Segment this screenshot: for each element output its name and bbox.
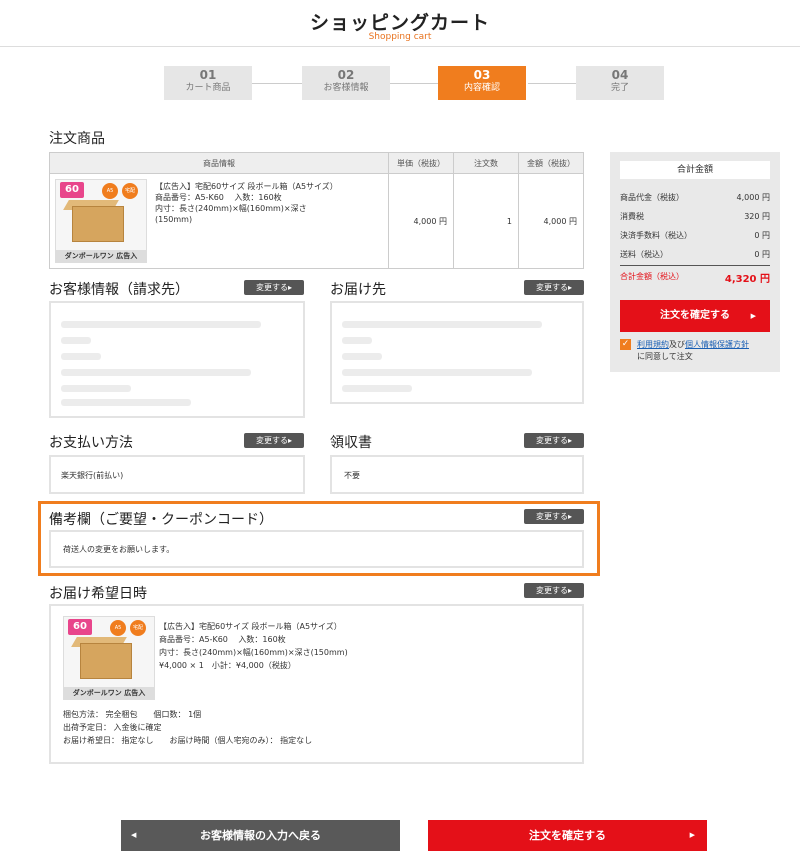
delivery-date-title: お届け希望日時 bbox=[49, 586, 147, 602]
step-connector bbox=[252, 83, 304, 84]
col-product-info: 商品情報 bbox=[49, 152, 389, 174]
col-qty: 注文数 bbox=[453, 152, 519, 174]
receipt-title: 領収書 bbox=[330, 435, 372, 451]
summary-divider bbox=[620, 265, 770, 266]
amount: 4,000 円 bbox=[518, 173, 584, 269]
unit-price: 4,000 円 bbox=[388, 173, 454, 269]
product-image: 60 A5 宅配 ダンボールワン 広告入 bbox=[63, 616, 155, 700]
brand-logo: ダンボールワン 広告入 bbox=[56, 250, 146, 262]
step-cart: 01 カート商品 bbox=[164, 66, 252, 100]
delivery-date-box: 60 A5 宅配 ダンボールワン 広告入 【広告入】宅配60サイズ 段ボール箱（… bbox=[49, 604, 584, 764]
delivery-title: お届け先 bbox=[330, 282, 386, 298]
order-title: 注文商品 bbox=[49, 131, 105, 147]
order-table: 商品情報 単価（税抜） 注文数 金額（税抜） 60 A5 宅配 ダンボールワン … bbox=[49, 152, 584, 269]
delivery-info-box bbox=[330, 301, 584, 404]
terms-link[interactable]: 利用規約 bbox=[637, 340, 669, 349]
page-subtitle: Shopping cart bbox=[368, 32, 432, 42]
summary-row-fee: 決済手数料（税込） 0 円 bbox=[620, 231, 770, 240]
brand-logo: ダンボールワン 広告入 bbox=[64, 687, 154, 699]
step-complete: 04 完了 bbox=[576, 66, 664, 100]
summary-row-subtotal: 商品代金（税抜） 4,000 円 bbox=[620, 193, 770, 202]
payment-box: 楽天銀行(前払い) bbox=[49, 455, 305, 494]
order-summary-panel: 合計金額 商品代金（税抜） 4,000 円 消費税 320 円 決済手数料（税込） 0… bbox=[610, 152, 780, 372]
step-confirm: 03 内容確認 bbox=[438, 66, 526, 100]
customer-change-button[interactable]: 変更する▸ bbox=[244, 280, 304, 295]
confirm-order-button[interactable]: 注文を確定する ▶ bbox=[428, 820, 707, 851]
col-amount: 金額（税抜） bbox=[518, 152, 584, 174]
page-title: ショッピングカート bbox=[309, 12, 490, 34]
step-customer-info: 02 お客様情報 bbox=[302, 66, 390, 100]
step-connector bbox=[390, 83, 442, 84]
privacy-link[interactable]: 個人情報保護方針 bbox=[685, 340, 749, 349]
payment-title: お支払い方法 bbox=[49, 435, 133, 451]
remarks-value: 荷送人の変更をお願いします。 bbox=[63, 545, 175, 554]
terms-text: 利用規約及び個人情報保護方針 に同意して注文 bbox=[637, 340, 749, 361]
payment-value: 楽天銀行(前払い) bbox=[61, 471, 124, 480]
table-row: 60 A5 宅配 ダンボールワン 広告入 【広告入】宅配60サイズ 段ボール箱（… bbox=[49, 173, 584, 269]
receipt-box: 不要 bbox=[330, 455, 584, 494]
summary-total: 合計金額（税込） 4,320 円 bbox=[620, 272, 770, 285]
terms-checkbox[interactable]: ✓ bbox=[620, 339, 631, 350]
customer-title: お客様情報（請求先） bbox=[49, 282, 189, 298]
page-header: ショッピングカート Shopping cart bbox=[0, 0, 800, 47]
back-to-customer-info-button[interactable]: ◀ お客様情報の入力へ戻る bbox=[121, 820, 400, 851]
summary-row-shipping: 送料（税込） 0 円 bbox=[620, 250, 770, 259]
summary-title: 合計金額 bbox=[620, 161, 770, 179]
remarks-change-button[interactable]: 変更する▸ bbox=[524, 509, 584, 524]
remarks-title: 備考欄（ご要望・クーポンコード） bbox=[49, 512, 273, 528]
product-description: 【広告入】宅配60サイズ 段ボール箱（A5サイズ） 商品番号：A5-K60 入数… bbox=[155, 182, 338, 224]
delivery-change-button[interactable]: 変更する▸ bbox=[524, 280, 584, 295]
sidebar-confirm-button[interactable]: 注文を確定する ▶ bbox=[620, 300, 770, 332]
product-image: 60 A5 宅配 ダンボールワン 広告入 bbox=[55, 179, 147, 263]
col-unit-price: 単価（税抜） bbox=[388, 152, 454, 174]
customer-info-box bbox=[49, 301, 305, 418]
quantity: 1 bbox=[453, 173, 519, 269]
receipt-change-button[interactable]: 変更する▸ bbox=[524, 433, 584, 448]
delivery-date-change-button[interactable]: 変更する▸ bbox=[524, 583, 584, 598]
delivery-details: 梱包方法： 完全梱包 個口数： 1個 出荷予定日： 入金後に確定 お届け希望日：… bbox=[63, 710, 313, 745]
delivery-product-description: 【広告入】宅配60サイズ 段ボール箱（A5サイズ） 商品番号：A5-K60 入数… bbox=[159, 622, 348, 670]
step-connector bbox=[528, 83, 580, 84]
remarks-box: 荷送人の変更をお願いします。 bbox=[49, 530, 584, 568]
payment-change-button[interactable]: 変更する▸ bbox=[244, 433, 304, 448]
receipt-value: 不要 bbox=[344, 471, 360, 480]
summary-row-tax: 消費税 320 円 bbox=[620, 212, 770, 221]
